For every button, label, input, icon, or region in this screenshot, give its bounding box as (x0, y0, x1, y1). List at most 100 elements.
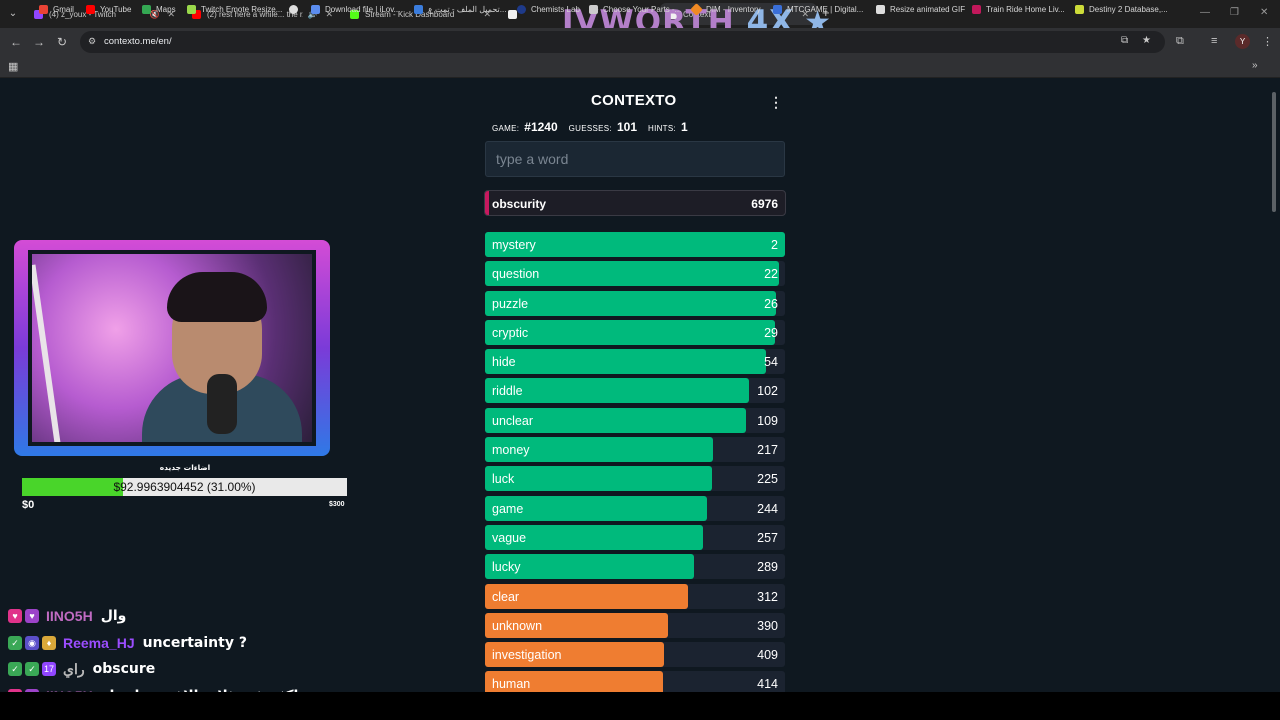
tab-search-icon[interactable]: ⌄ (6, 7, 20, 21)
bookmark-chemists-lab[interactable]: Chemists Lab (517, 5, 580, 14)
page-favicon-icon (508, 9, 517, 19)
chat-badge-icon: ♥ (8, 609, 22, 624)
guess-word: unclear (492, 413, 533, 428)
ezgif-icon (876, 5, 885, 14)
guess-word: lucky (492, 560, 521, 575)
guess-similarity-bar (485, 378, 749, 404)
goal-max: $300 (329, 501, 345, 508)
emote-resizer-icon (187, 5, 196, 14)
guess-rank: 409 (757, 648, 778, 663)
guess-word: vague (492, 530, 527, 545)
guess-rank: 217 (757, 443, 778, 458)
chat-text: وال (100, 608, 127, 625)
reload-icon[interactable]: ↻ (57, 35, 67, 49)
guess-row: question 22 (485, 261, 785, 287)
hints-label: HINTS: (648, 124, 677, 133)
guess-word: puzzle (492, 296, 529, 311)
bookmark-resize-gif[interactable]: Resize animated GIF (876, 5, 965, 14)
destiny-icon (1075, 5, 1084, 14)
contexto-menu-icon[interactable]: ⋮ (769, 94, 783, 111)
streamer-hair (167, 272, 267, 322)
bookmark-ilovepdf[interactable]: Download file | iLov... (311, 5, 400, 14)
install-app-icon[interactable]: ⧉ (1121, 35, 1128, 46)
chat-text: uncertainty ? (142, 634, 247, 651)
bookmark-label: Choose Your Parts -... (603, 5, 682, 14)
chat-message: ♥ ♥ IINO5H وال (8, 603, 428, 630)
guess-row: luck 225 (485, 466, 785, 492)
bookmark-arabic-download[interactable]: تحميل الملف - تمت ع... (414, 5, 506, 14)
guess-similarity-bar (485, 466, 713, 492)
guess-row: clear 312 (485, 583, 785, 609)
bookmark-gmail[interactable]: Gmail (39, 5, 74, 14)
scroll-thumb[interactable] (1272, 92, 1276, 212)
forward-arrow-icon[interactable]: → (33, 35, 45, 49)
bookmark-label: Maps (156, 5, 176, 14)
site-info-icon[interactable]: ⚙ (88, 36, 98, 46)
close-window-icon[interactable]: ✕ (1260, 7, 1268, 18)
bookmark-youtube[interactable]: YouTube (86, 5, 131, 14)
url-text[interactable]: contexto.me/en/ (104, 36, 172, 47)
bookmark-label: Gmail (53, 5, 74, 14)
chat-username[interactable]: Reema_HJ (63, 635, 135, 651)
guess-row: money 217 (485, 437, 785, 463)
last-guess-row: obscurity 6976 (484, 190, 786, 216)
pcpartpicker-icon (589, 5, 598, 14)
bookmark-choose-parts[interactable]: Choose Your Parts -... (589, 5, 681, 14)
guess-row: mystery 2 (485, 232, 785, 257)
bookmark-dim[interactable]: DIM - Inventory (690, 3, 761, 16)
guess-rank: 54 (764, 355, 778, 370)
guess-word: hide (492, 355, 516, 370)
profile-avatar[interactable]: Y (1235, 34, 1250, 49)
goal-min: $0 (22, 499, 35, 511)
extensions-icon[interactable]: ⧉ (1176, 35, 1184, 48)
contexto-title: CONTEXTO (591, 92, 677, 109)
guess-rank: 225 (757, 472, 778, 487)
bookmark-twitch-emote[interactable]: Twitch Emote Resize... (187, 5, 282, 14)
bookmarks-bar (0, 56, 1280, 78)
bookmark-train-ride[interactable]: Train Ride Home Liv... (972, 5, 1065, 14)
guess-rank: 257 (757, 530, 778, 545)
guess-rank: 390 (757, 618, 778, 633)
bookmark-label: YouTube (100, 5, 132, 14)
bottom-strip (0, 692, 1280, 720)
train-ride-icon (972, 5, 981, 14)
guess-rank: 102 (757, 384, 778, 399)
bookmark-maps[interactable]: Maps (142, 5, 176, 14)
chat-badge-icon: 17 (42, 662, 56, 677)
omnibox[interactable]: ⚙ contexto.me/en/ ⧉ ★ (80, 31, 1165, 53)
guess-rank: 22 (764, 267, 778, 282)
chat-username[interactable]: راي (63, 661, 85, 678)
guess-word: money (492, 443, 530, 458)
chat-username[interactable]: IINO5H (46, 608, 93, 624)
bookmark-globe[interactable] (289, 5, 303, 14)
bookmark-label: DIM - Inventory (706, 5, 761, 14)
globe-icon (289, 5, 298, 14)
donation-goal-bar: $92.9963904452 (31.00%) (22, 478, 347, 496)
apps-grid-icon[interactable]: ▦ (8, 60, 18, 73)
bookmark-label: Download file | iLov... (325, 5, 401, 14)
mic-arm (32, 264, 61, 442)
restore-icon[interactable]: ❐ (1230, 7, 1239, 18)
page-scrollbar[interactable] (1270, 80, 1278, 688)
bookmarks-overflow-icon[interactable]: » (1252, 60, 1258, 71)
chat-message: ✓ ◉ ♦ Reema_HJ uncertainty ? (8, 630, 428, 657)
chat-badge-icon: ♦ (42, 635, 56, 650)
guess-word: clear (492, 589, 520, 604)
minimize-icon[interactable]: — (1200, 7, 1210, 18)
last-guess-marker (485, 191, 489, 215)
bookmark-mtcgame[interactable]: MTCGAME | Digital... (773, 5, 863, 14)
goal-label: اضاءات جديده (159, 463, 211, 472)
bookmark-label: تحميل الملف - تمت ع... (428, 5, 507, 14)
guess-rank: 289 (757, 560, 778, 575)
bookmark-destiny[interactable]: Destiny 2 Database,... (1075, 5, 1168, 14)
back-arrow-icon[interactable]: ← (10, 35, 22, 49)
media-controls-icon[interactable]: ≡ (1211, 35, 1217, 47)
chat-text: obscure (92, 661, 156, 678)
kebab-menu-icon[interactable]: ⋮ (1262, 35, 1273, 48)
word-input[interactable] (485, 141, 785, 177)
guess-row: cryptic 29 (485, 319, 785, 345)
guess-row: puzzle 26 (485, 290, 785, 316)
bookmark-star-icon[interactable]: ★ (1142, 35, 1151, 46)
chemists-lab-icon (517, 5, 526, 14)
guesses-label: GUESSES: (568, 124, 612, 133)
